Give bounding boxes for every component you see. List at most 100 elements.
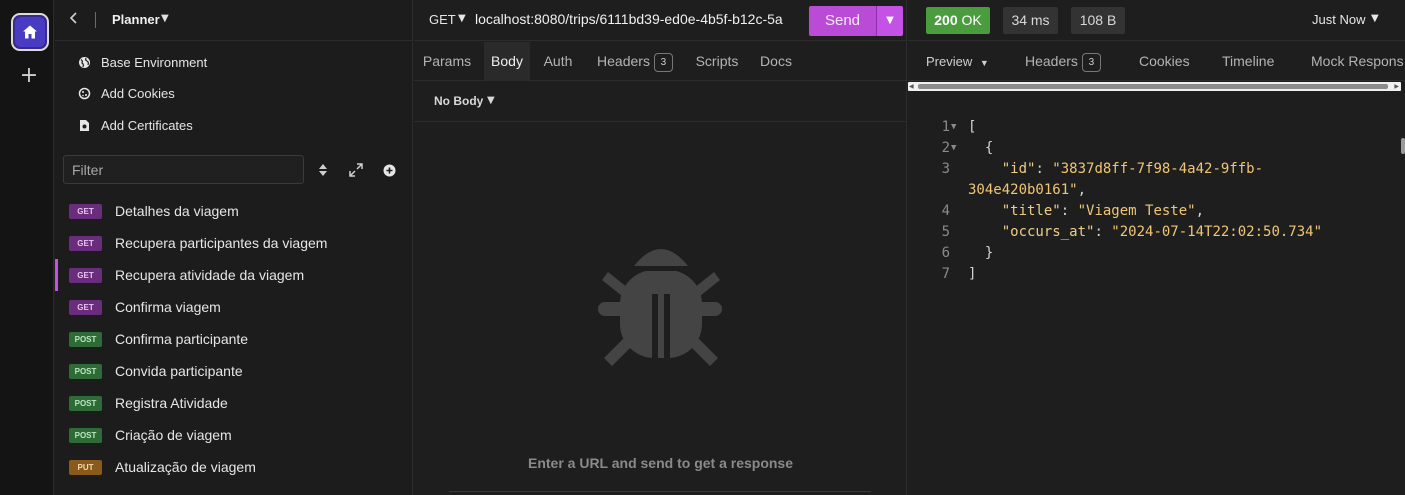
chevron-down-icon: ▼ bbox=[979, 58, 989, 68]
method-badge: POST bbox=[69, 363, 102, 379]
cookie-icon bbox=[77, 86, 91, 100]
certificate-icon bbox=[77, 118, 91, 132]
home-button[interactable] bbox=[11, 13, 49, 51]
status-text: OK bbox=[961, 12, 982, 28]
tab-headers[interactable]: Headers 3 bbox=[590, 42, 680, 81]
method-badge: GET bbox=[69, 203, 102, 219]
response-pane: 200 OK 34 ms 108 B Just Now ▼ Preview ▼ … bbox=[908, 0, 1405, 495]
tab-scripts[interactable]: Scripts bbox=[688, 42, 746, 81]
code-line: 6 } bbox=[908, 222, 994, 261]
line-number: 7 bbox=[941, 266, 950, 282]
request-item-active[interactable]: GET Recupera atividade da viagem bbox=[55, 259, 413, 291]
chevron-down-icon[interactable]: ▼ bbox=[487, 95, 495, 106]
response-size-badge: 108 B bbox=[1071, 7, 1125, 34]
request-item[interactable]: POST Registra Atividade bbox=[55, 387, 413, 419]
request-name: Atualização de viagem bbox=[115, 459, 256, 475]
request-item[interactable]: GET Confirma viagem bbox=[55, 291, 413, 323]
chevron-down-icon[interactable]: ▼ bbox=[161, 13, 169, 24]
json-key: "occurs_at" bbox=[1001, 224, 1095, 240]
add-project-button[interactable]: + bbox=[17, 64, 41, 88]
request-name: Recupera participantes da viagem bbox=[115, 235, 328, 251]
method-badge: POST bbox=[69, 331, 102, 347]
scrollbar-thumb[interactable] bbox=[918, 84, 1388, 89]
add-request-icon[interactable] bbox=[381, 162, 397, 178]
method-badge: POST bbox=[69, 395, 102, 411]
add-certificates-label: Add Certificates bbox=[101, 117, 193, 133]
request-item[interactable]: POST Confirma participante bbox=[55, 323, 413, 355]
json-value: "2024-07-14T22:02:50.734" bbox=[1111, 224, 1323, 240]
history-select[interactable]: Just Now bbox=[1312, 12, 1365, 27]
json-value: "Viagem Teste" bbox=[1077, 203, 1196, 219]
url-bar: GET ▼ localhost:8080/trips/6111bd39-ed0e… bbox=[414, 0, 907, 41]
add-cookies-label: Add Cookies bbox=[101, 85, 175, 101]
divider bbox=[449, 491, 871, 492]
expand-icon[interactable] bbox=[348, 162, 364, 178]
code-line: 2 ▼ { bbox=[908, 117, 994, 156]
request-item[interactable]: POST Criação de viagem bbox=[55, 419, 413, 451]
tab-timeline[interactable]: Timeline bbox=[1222, 42, 1274, 80]
sidebar-header: Planner ▼ bbox=[55, 0, 413, 41]
request-item[interactable]: PUT Atualização de viagem bbox=[55, 451, 413, 483]
body-type-select[interactable]: No Body bbox=[434, 94, 483, 108]
method-select[interactable]: GET bbox=[429, 12, 456, 27]
method-badge: GET bbox=[69, 267, 102, 283]
request-name: Recupera atividade da viagem bbox=[115, 267, 305, 283]
empty-state-message: Enter a URL and send to get a response bbox=[527, 455, 794, 471]
vertical-scrollbar[interactable] bbox=[1401, 138, 1405, 154]
horizontal-scrollbar[interactable]: ◀ ▶ bbox=[908, 82, 1401, 91]
json-key: "title" bbox=[1001, 203, 1061, 219]
tab-preview-label: Preview bbox=[926, 54, 973, 69]
back-icon[interactable] bbox=[69, 10, 85, 30]
code-line: 3 "id": "3837d8ff-7f98-4a42-9ffb- bbox=[908, 138, 1263, 177]
tab-auth[interactable]: Auth bbox=[534, 42, 582, 81]
status-badge: 200 OK bbox=[926, 7, 990, 34]
chevron-down-icon[interactable]: ▼ bbox=[1371, 13, 1379, 24]
json-value: 304e420b0161" bbox=[968, 182, 1078, 198]
url-input[interactable]: localhost:8080/trips/6111bd39-ed0e-4b5f-… bbox=[475, 11, 800, 27]
request-tabs: Params Body Auth Headers 3 Scripts Docs bbox=[414, 42, 907, 81]
sidebar: Planner ▼ Base Environment Add Cookies A… bbox=[55, 0, 413, 495]
headers-count-badge: 3 bbox=[653, 52, 673, 72]
project-name[interactable]: Planner bbox=[112, 12, 160, 27]
tab-response-headers[interactable]: Headers 3 bbox=[1025, 42, 1101, 80]
add-cookies-link[interactable]: Add Cookies bbox=[77, 82, 175, 104]
base-environment-link[interactable]: Base Environment bbox=[77, 51, 207, 73]
status-code: 200 bbox=[934, 12, 958, 28]
tab-preview[interactable]: Preview ▼ bbox=[926, 42, 989, 80]
tab-mock-response[interactable]: Mock Respons bbox=[1311, 42, 1404, 80]
send-options-chevron-icon[interactable]: ▼ bbox=[876, 6, 903, 36]
tab-params[interactable]: Params bbox=[414, 42, 480, 81]
request-item[interactable]: GET Recupera participantes da viagem bbox=[55, 227, 413, 259]
request-name: Registra Atividade bbox=[115, 395, 228, 411]
scroll-left-icon[interactable]: ◀ bbox=[909, 83, 914, 90]
json-value: "3837d8ff-7f98-4a42-9ffb- bbox=[1052, 161, 1264, 177]
globe-icon bbox=[77, 55, 91, 69]
tab-cookies[interactable]: Cookies bbox=[1139, 42, 1190, 80]
code-line: 4 "title": "Viagem Teste", bbox=[908, 180, 1204, 219]
response-status-bar: 200 OK 34 ms 108 B Just Now ▼ bbox=[908, 0, 1405, 41]
sort-icon[interactable] bbox=[315, 162, 331, 178]
method-badge: PUT bbox=[69, 459, 102, 475]
request-name: Confirma viagem bbox=[115, 299, 221, 315]
divider bbox=[95, 12, 96, 28]
tab-body[interactable]: Body bbox=[484, 42, 530, 81]
json-key: "id" bbox=[1001, 161, 1036, 177]
response-time-badge: 34 ms bbox=[1003, 7, 1058, 34]
bug-icon bbox=[598, 240, 724, 368]
tab-headers-label: Headers bbox=[1025, 53, 1078, 69]
code-line: 1 ▼[ bbox=[908, 96, 977, 135]
app-rail: + bbox=[0, 0, 54, 495]
filter-input[interactable] bbox=[64, 156, 303, 183]
request-item[interactable]: GET Detalhes da viagem bbox=[55, 195, 413, 227]
scroll-right-icon[interactable]: ▶ bbox=[1394, 83, 1399, 90]
tab-docs[interactable]: Docs bbox=[754, 42, 798, 81]
add-certificates-link[interactable]: Add Certificates bbox=[77, 114, 193, 136]
headers-count-badge: 3 bbox=[1081, 52, 1101, 72]
tab-headers-label: Headers bbox=[597, 53, 650, 69]
chevron-down-icon[interactable]: ▼ bbox=[458, 13, 466, 24]
request-item[interactable]: POST Convida participante bbox=[55, 355, 413, 387]
code-line: 5 "occurs_at": "2024-07-14T22:02:50.734" bbox=[908, 201, 1322, 240]
filter-field[interactable] bbox=[63, 155, 304, 184]
send-button[interactable]: Send bbox=[809, 6, 876, 36]
request-name: Convida participante bbox=[115, 363, 243, 379]
